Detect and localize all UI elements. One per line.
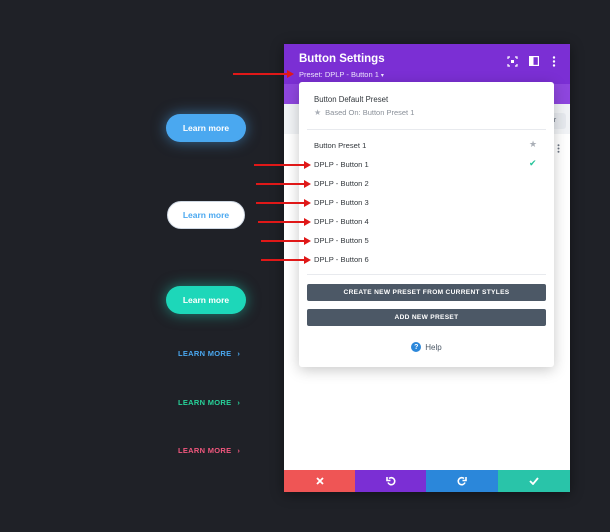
annotation-arrow xyxy=(256,180,311,188)
annotation-arrow xyxy=(254,161,311,169)
preset-item[interactable]: DPLP - Button 2 xyxy=(314,179,369,188)
preset-item[interactable]: DPLP - Button 6 xyxy=(314,255,369,264)
preset-dropdown: Button Default Preset ★ Based On: Button … xyxy=(299,82,554,367)
undo-button[interactable] xyxy=(355,470,426,492)
annotation-arrow xyxy=(233,70,294,78)
link-label: LEARN MORE xyxy=(178,446,232,455)
save-button[interactable] xyxy=(498,470,570,492)
learn-more-pill-blue[interactable]: Learn more xyxy=(166,114,246,142)
star-icon: ★ xyxy=(314,108,322,117)
annotation-arrow xyxy=(261,237,311,245)
link-label: LEARN MORE xyxy=(178,398,232,407)
checkmark-icon: ✔ xyxy=(529,158,537,168)
based-on-label: ★ Based On: Button Preset 1 xyxy=(314,108,414,117)
preset-selector[interactable]: Preset: DPLP - Button 1 ▾ xyxy=(299,70,384,79)
learn-more-link-green[interactable]: LEARN MORE › xyxy=(178,398,240,407)
help-icon: ? xyxy=(411,342,422,352)
pill-label: Learn more xyxy=(182,295,230,305)
help-label: Help xyxy=(425,342,442,352)
help-link[interactable]: ? Help xyxy=(299,342,554,352)
divider xyxy=(307,129,546,130)
default-preset-title[interactable]: Button Default Preset xyxy=(314,95,388,104)
create-preset-from-styles-button[interactable]: CREATE NEW PRESET FROM CURRENT STYLES xyxy=(307,284,546,301)
chevron-right-icon: › xyxy=(237,349,241,358)
preset-label: Preset: DPLP - Button 1 xyxy=(299,70,379,79)
learn-more-link-pink[interactable]: LEARN MORE › xyxy=(178,446,240,455)
add-new-preset-button[interactable]: ADD NEW PRESET xyxy=(307,309,546,326)
learn-more-pill-white[interactable]: Learn more xyxy=(167,201,245,229)
star-icon[interactable]: ★ xyxy=(529,139,537,150)
learn-more-pill-teal[interactable]: Learn more xyxy=(166,286,246,314)
more-vertical-icon[interactable] xyxy=(557,144,560,155)
cancel-button[interactable] xyxy=(284,470,355,492)
link-label: LEARN MORE xyxy=(178,349,232,358)
learn-more-link-blue[interactable]: LEARN MORE › xyxy=(178,349,240,358)
chevron-right-icon: › xyxy=(237,446,241,455)
annotation-arrow xyxy=(261,256,311,264)
panel-title: Button Settings xyxy=(299,53,385,65)
preset-item[interactable]: DPLP - Button 3 xyxy=(314,198,369,207)
divider xyxy=(307,274,546,275)
more-vertical-icon[interactable] xyxy=(548,55,560,67)
panel-header: Button Settings Preset: DPLP - Button 1 ▾ xyxy=(284,44,570,84)
redo-icon xyxy=(457,476,467,486)
preset-item[interactable]: Button Preset 1 xyxy=(314,141,366,150)
caret-down-icon: ▾ xyxy=(380,73,384,79)
preset-item[interactable]: DPLP - Button 1 xyxy=(314,160,369,169)
pill-label: Learn more xyxy=(182,210,230,220)
annotation-arrow xyxy=(258,218,311,226)
focus-icon[interactable] xyxy=(506,55,518,67)
annotation-arrow xyxy=(256,199,311,207)
chevron-right-icon: › xyxy=(237,398,241,407)
close-icon xyxy=(315,477,324,485)
based-on-text: Based On: Button Preset 1 xyxy=(325,108,415,117)
preset-item[interactable]: DPLP - Button 5 xyxy=(314,236,369,245)
preset-item[interactable]: DPLP - Button 4 xyxy=(314,217,369,226)
undo-icon xyxy=(385,476,395,486)
check-icon xyxy=(529,477,539,485)
sidebar-toggle-icon[interactable] xyxy=(528,55,540,67)
pill-label: Learn more xyxy=(182,123,230,133)
redo-button[interactable] xyxy=(426,470,498,492)
